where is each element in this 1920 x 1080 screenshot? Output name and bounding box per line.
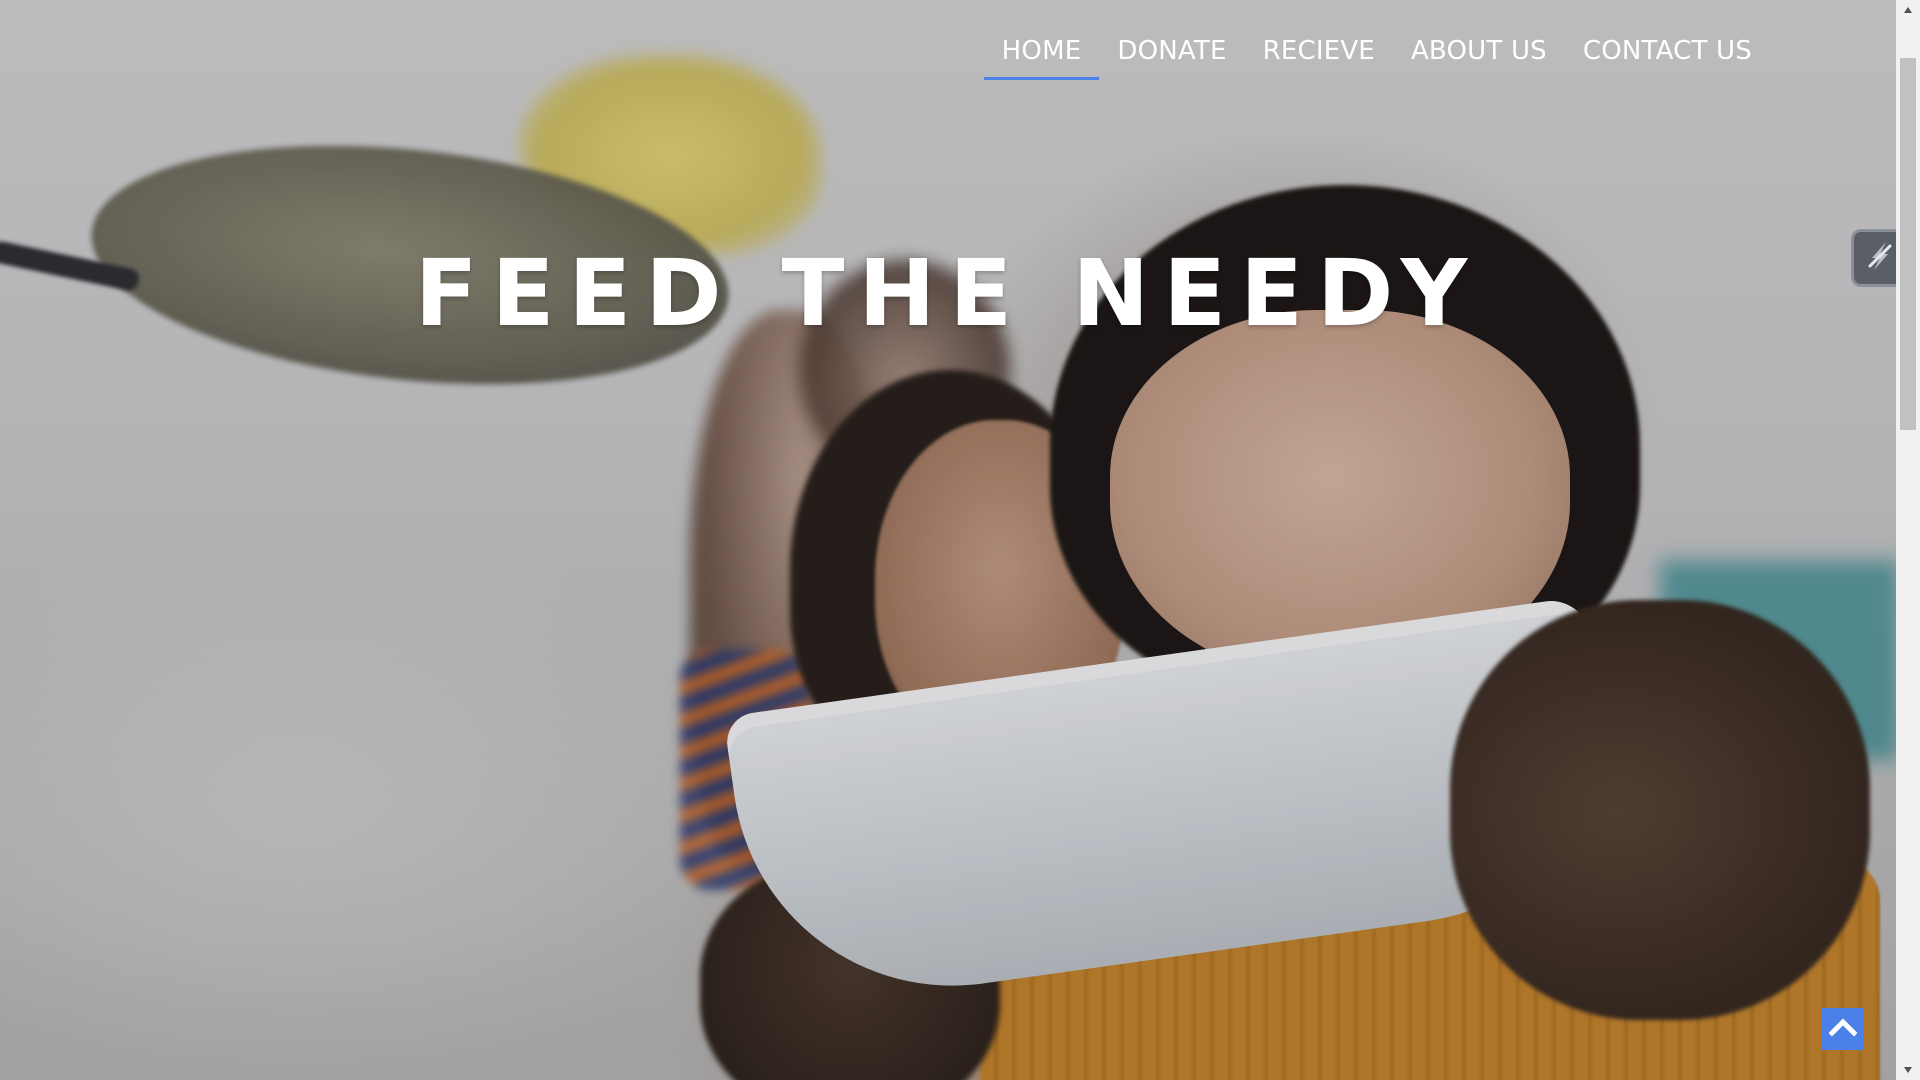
vertical-scrollbar[interactable] xyxy=(1896,0,1920,1080)
nav-contact-us[interactable]: CONTACT US xyxy=(1565,36,1770,80)
hero-title: FEED THE NEEDY xyxy=(414,240,1482,347)
nav-about-us[interactable]: ABOUT US xyxy=(1393,36,1565,80)
page-viewport: HOME DONATE RECIEVE ABOUT US CONTACT US … xyxy=(0,0,1896,1080)
hero-background-image xyxy=(0,0,1896,1080)
scroll-down-arrow[interactable] xyxy=(1896,1060,1920,1080)
nav-donate[interactable]: DONATE xyxy=(1099,36,1244,80)
slash-logo-icon xyxy=(1862,238,1896,279)
main-navigation: HOME DONATE RECIEVE ABOUT US CONTACT US xyxy=(983,36,1770,80)
side-widget-button[interactable] xyxy=(1851,229,1896,287)
hero-overlay xyxy=(0,0,1896,1080)
scroll-up-arrow[interactable] xyxy=(1896,0,1920,20)
nav-home[interactable]: HOME xyxy=(983,36,1100,80)
chevron-up-icon xyxy=(1828,1017,1858,1042)
back-to-top-button[interactable] xyxy=(1822,1008,1864,1050)
triangle-down-icon xyxy=(1903,1061,1913,1079)
triangle-up-icon xyxy=(1903,1,1913,19)
nav-recieve[interactable]: RECIEVE xyxy=(1245,36,1393,80)
scrollbar-thumb[interactable] xyxy=(1900,58,1916,430)
